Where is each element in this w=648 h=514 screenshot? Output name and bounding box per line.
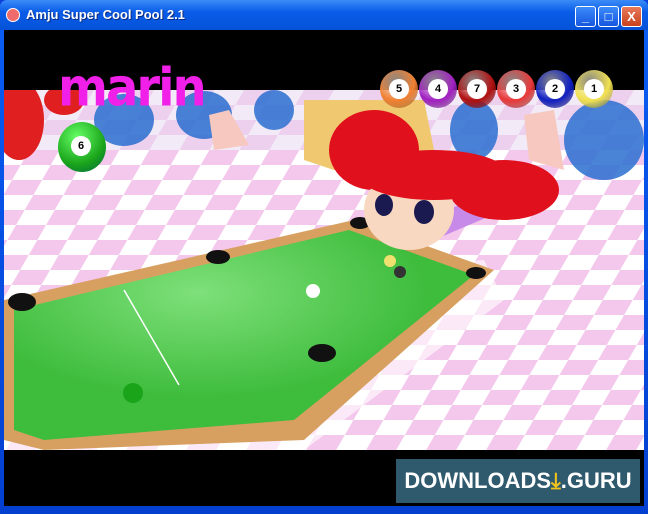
ball-3: 3: [497, 70, 535, 108]
ball-1: 1: [575, 70, 613, 108]
watermark-left: DOWNLOADS: [404, 468, 552, 493]
download-arrow-icon: ⤓: [551, 468, 561, 493]
game-viewport[interactable]: marin 6 547321 DOWNLOADS⤓.GURU: [4, 30, 644, 506]
ball-5: 5: [380, 70, 418, 108]
player-name: marin: [58, 57, 207, 119]
window-title: Amju Super Cool Pool 2.1: [26, 7, 185, 22]
ball: [394, 266, 406, 278]
app-window: Amju Super Cool Pool 2.1 _ □ X marin 6 5…: [0, 0, 648, 514]
close-button[interactable]: X: [621, 6, 642, 27]
ball-7: 7: [458, 70, 496, 108]
current-target-ball: 6: [58, 122, 106, 172]
ball: [384, 255, 396, 267]
ball-4: 4: [419, 70, 457, 108]
ball-number: 3: [506, 79, 526, 99]
ball: [123, 383, 143, 403]
watermark: DOWNLOADS⤓.GURU: [396, 459, 640, 503]
app-icon[interactable]: [6, 8, 20, 22]
title-bar[interactable]: Amju Super Cool Pool 2.1 _ □ X: [0, 0, 648, 30]
ball-number: 1: [584, 79, 604, 99]
cue-ball: [306, 284, 320, 298]
maximize-button[interactable]: □: [598, 6, 619, 27]
watermark-right: .GURU: [560, 468, 632, 493]
ball-number: 7: [467, 79, 487, 99]
ball-number: 6: [71, 136, 91, 156]
ball-2: 2: [536, 70, 574, 108]
minimize-button[interactable]: _: [575, 6, 596, 27]
ball-number: 4: [428, 79, 448, 99]
ball-number: 2: [545, 79, 565, 99]
ball-number: 5: [389, 79, 409, 99]
